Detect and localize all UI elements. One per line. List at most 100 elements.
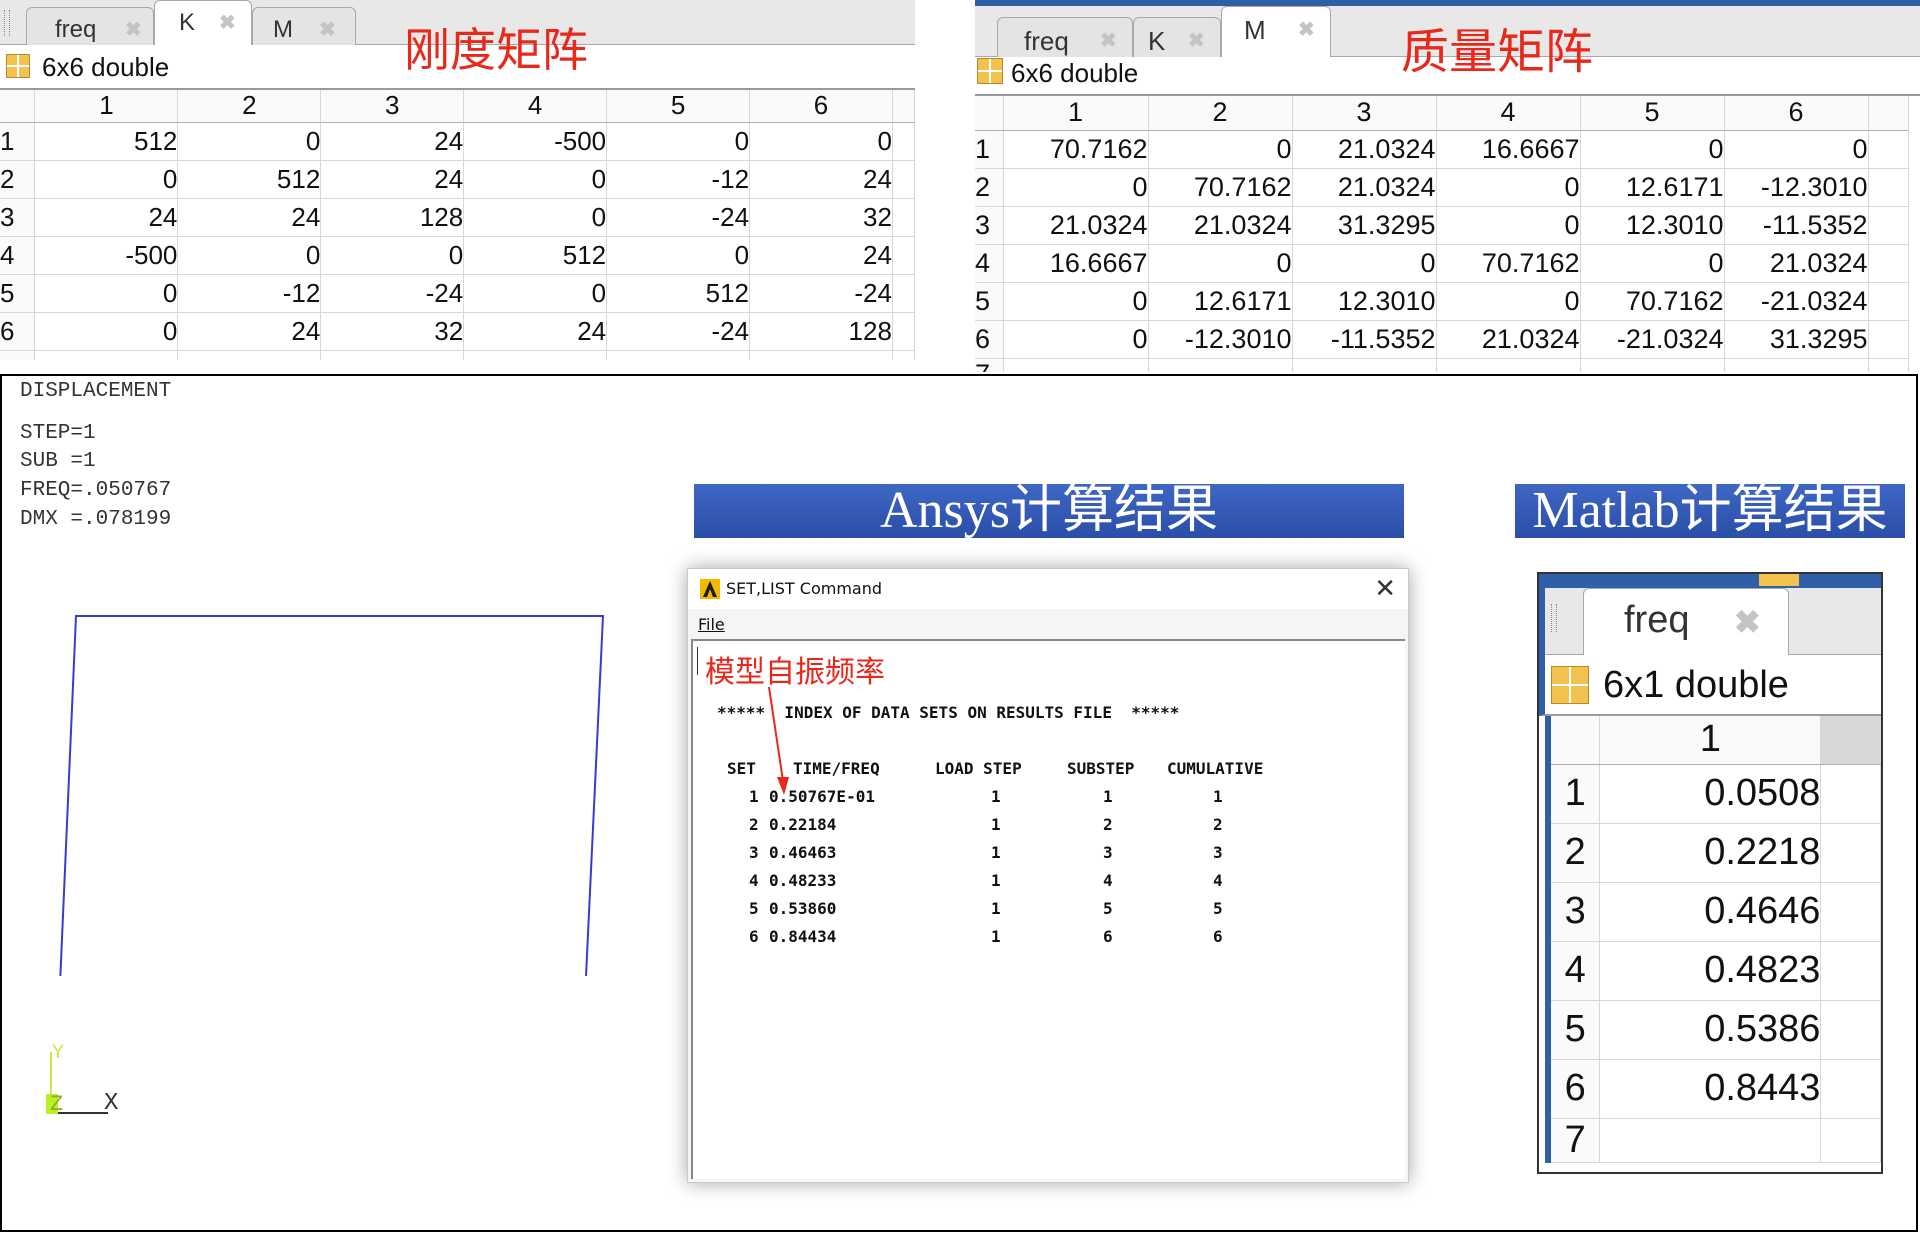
column-header[interactable]: 1 <box>1599 716 1822 765</box>
matrix-cell[interactable]: 0 <box>1148 244 1293 283</box>
matrix-cell[interactable]: 512 <box>606 274 751 313</box>
freq-cell[interactable] <box>1820 1118 1881 1163</box>
matrix-cell[interactable] <box>1724 358 1869 372</box>
row-header[interactable]: 5 <box>1548 1000 1601 1060</box>
matrix-cell[interactable]: 21.0324 <box>1724 244 1869 283</box>
matrix-cell[interactable]: 70.7162 <box>1580 282 1725 321</box>
row-header[interactable]: 4 <box>1548 941 1601 1001</box>
matrix-cell[interactable]: 0 <box>1148 130 1293 169</box>
matrix-cell[interactable] <box>1868 282 1909 321</box>
tab-m[interactable]: M ✖ <box>252 7 356 45</box>
matrix-cell[interactable] <box>463 350 608 360</box>
matrix-cell[interactable]: 0 <box>1436 206 1581 245</box>
matrix-cell[interactable]: 512 <box>177 160 322 199</box>
matrix-cell[interactable]: 24 <box>749 160 893 199</box>
matrix-cell[interactable]: -500 <box>463 122 608 161</box>
row-header[interactable]: 7 <box>1548 1118 1601 1163</box>
matrix-cell[interactable]: 0 <box>177 236 322 275</box>
row-header[interactable]: 4 <box>0 236 36 275</box>
matrix-cell[interactable]: 0 <box>1003 168 1149 207</box>
column-header[interactable]: 1 <box>1003 96 1149 131</box>
matrix-cell[interactable]: 0 <box>1436 168 1581 207</box>
row-header[interactable]: 1 <box>975 130 1004 169</box>
matrix-cell[interactable]: 0 <box>606 122 751 161</box>
matrix-cell[interactable] <box>1003 358 1149 372</box>
row-header[interactable]: 3 <box>0 198 36 237</box>
matrix-cell[interactable] <box>892 198 915 237</box>
row-header[interactable]: 4 <box>975 244 1004 283</box>
column-header[interactable]: 4 <box>463 90 608 123</box>
column-header[interactable]: 4 <box>1436 96 1581 131</box>
matrix-cell[interactable] <box>1868 130 1909 169</box>
column-header[interactable]: 6 <box>749 90 893 123</box>
row-header[interactable]: 6 <box>0 312 36 351</box>
matrix-cell[interactable] <box>1868 244 1909 283</box>
matrix-cell[interactable]: -24 <box>606 312 751 351</box>
matrix-cell[interactable]: 24 <box>34 198 179 237</box>
matrix-cell[interactable]: 512 <box>463 236 608 275</box>
matrix-cell[interactable]: -21.0324 <box>1580 320 1725 359</box>
row-header[interactable]: 2 <box>0 160 36 199</box>
grip-handle[interactable] <box>4 10 10 36</box>
close-icon[interactable]: ✖ <box>219 10 236 35</box>
matrix-cell[interactable]: 0 <box>1580 130 1725 169</box>
matrix-cell[interactable]: 24 <box>749 236 893 275</box>
matrix-cell[interactable]: 24 <box>177 312 322 351</box>
matrix-cell[interactable] <box>892 274 915 313</box>
row-header[interactable]: 5 <box>0 274 36 313</box>
matrix-cell[interactable] <box>1148 358 1293 372</box>
close-icon[interactable]: ✕ <box>1374 574 1396 604</box>
matrix-cell[interactable]: -21.0324 <box>1724 282 1869 321</box>
matrix-cell[interactable]: 512 <box>34 122 179 161</box>
matrix-cell[interactable]: 21.0324 <box>1292 168 1437 207</box>
matrix-cell[interactable]: 32 <box>749 198 893 237</box>
matrix-cell[interactable] <box>1868 168 1909 207</box>
matrix-cell[interactable]: 24 <box>463 312 608 351</box>
matrix-cell[interactable]: 0 <box>463 198 608 237</box>
matrix-cell[interactable] <box>606 350 751 360</box>
row-header[interactable]: 2 <box>975 168 1004 207</box>
matrix-cell[interactable]: -12 <box>606 160 751 199</box>
matrix-cell[interactable]: 12.3010 <box>1580 206 1725 245</box>
matrix-cell[interactable] <box>1292 358 1437 372</box>
matrix-cell[interactable] <box>1868 206 1909 245</box>
matrix-cell[interactable]: -24 <box>606 198 751 237</box>
matrix-cell[interactable] <box>892 160 915 199</box>
matrix-cell[interactable]: -500 <box>34 236 179 275</box>
listing-text-area[interactable]: 模型自振频率 ***** INDEX OF DATA SETS ON RESUL… <box>691 639 1405 1179</box>
matrix-cell[interactable]: 24 <box>320 160 465 199</box>
matrix-cell[interactable] <box>1436 358 1581 372</box>
matrix-cell[interactable]: 128 <box>749 312 893 351</box>
row-header[interactable] <box>0 350 36 360</box>
matrix-cell[interactable]: 21.0324 <box>1003 206 1149 245</box>
tab-k[interactable]: K ✖ <box>154 0 252 45</box>
matrix-cell[interactable]: 12.6171 <box>1580 168 1725 207</box>
matrix-cell[interactable]: 0 <box>34 274 179 313</box>
tab-freq[interactable]: freq ✖ <box>1583 588 1789 655</box>
row-header[interactable]: 6 <box>975 320 1004 359</box>
freq-cell[interactable]: 0.4646 <box>1599 882 1822 942</box>
matrix-cell[interactable] <box>892 236 915 275</box>
tab-freq[interactable]: freq ✖ <box>26 7 154 45</box>
column-header[interactable]: 5 <box>606 90 751 123</box>
matrix-cell[interactable]: 0 <box>749 122 893 161</box>
matrix-cell[interactable]: -12.3010 <box>1724 168 1869 207</box>
row-header[interactable]: 1 <box>0 122 36 161</box>
matrix-cell[interactable]: 32 <box>320 312 465 351</box>
matrix-cell[interactable]: 21.0324 <box>1292 130 1437 169</box>
close-icon[interactable]: ✖ <box>1734 603 1761 641</box>
matrix-cell[interactable]: 0 <box>1436 282 1581 321</box>
dialog-titlebar[interactable]: SET,LIST Command ✕ <box>688 569 1408 609</box>
matrix-cell[interactable]: 0 <box>1580 244 1725 283</box>
matrix-cell[interactable]: 70.7162 <box>1148 168 1293 207</box>
matrix-cell[interactable] <box>1868 358 1909 372</box>
freq-cell[interactable] <box>1820 1059 1881 1119</box>
matrix-cell[interactable] <box>892 312 915 351</box>
close-icon[interactable]: ✖ <box>1298 17 1315 42</box>
matrix-cell[interactable] <box>34 350 179 360</box>
freq-cell[interactable]: 0.2218 <box>1599 823 1822 883</box>
matrix-cell[interactable]: -12.3010 <box>1148 320 1293 359</box>
column-header[interactable]: 1 <box>34 90 179 123</box>
row-header[interactable]: 5 <box>975 282 1004 321</box>
matrix-cell[interactable]: 128 <box>320 198 465 237</box>
